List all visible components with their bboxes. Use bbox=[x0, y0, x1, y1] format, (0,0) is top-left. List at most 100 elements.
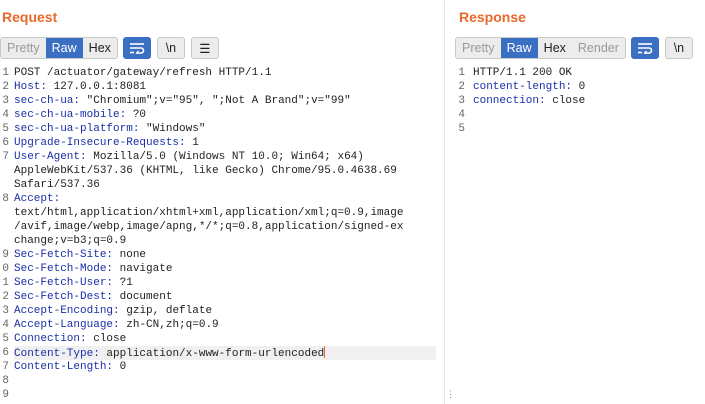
line-number bbox=[0, 206, 9, 220]
response-line[interactable]: connection: close bbox=[473, 94, 697, 108]
tab-pretty[interactable]: Pretty bbox=[1, 38, 46, 58]
line-text: POST /actuator/gateway/refresh HTTP/1.1 bbox=[14, 67, 272, 79]
line-number: 6 bbox=[2, 137, 9, 149]
header-name: Host bbox=[14, 81, 41, 93]
tab-hex[interactable]: Hex bbox=[83, 38, 117, 58]
line-number: 9 bbox=[2, 249, 9, 261]
tab-hex[interactable]: Hex bbox=[538, 38, 572, 58]
line-number: 1 bbox=[2, 67, 9, 79]
line-number: 7 bbox=[2, 361, 9, 373]
pane-divider[interactable]: ⋮ bbox=[444, 0, 455, 404]
response-line[interactable]: HTTP/1.1 200 OK bbox=[473, 66, 697, 80]
line-number: 7 bbox=[2, 151, 9, 163]
request-line[interactable]: Sec-Fetch-Site: none bbox=[14, 248, 436, 262]
request-line[interactable]: sec-ch-ua: "Chromium";v="95", ";Not A Br… bbox=[14, 94, 436, 108]
response-line[interactable] bbox=[473, 108, 697, 122]
request-line[interactable]: sec-ch-ua-mobile: ?0 bbox=[14, 108, 436, 122]
wrap-lines-icon bbox=[129, 43, 145, 54]
header-value: navigate bbox=[113, 263, 173, 275]
request-line[interactable]: /avif,image/webp,image/apng,*/*;q=0.8,ap… bbox=[14, 220, 436, 234]
line-number: 2 bbox=[458, 81, 465, 93]
request-line-numbers: 1 2 3 4 5 6 7 8 9 0 1 2 3 4 5 6 7 8 9 bbox=[0, 66, 9, 402]
response-pane: Response Pretty Raw Hex Render \n 12345 … bbox=[453, 0, 705, 404]
header-name: Content-Type bbox=[14, 348, 94, 360]
header-value: 0 bbox=[113, 361, 127, 373]
line-number: 3 bbox=[2, 305, 9, 317]
header-value: ?1 bbox=[113, 277, 133, 289]
request-line[interactable] bbox=[14, 388, 436, 402]
header-name: Accept-Encoding bbox=[14, 305, 114, 317]
request-line[interactable]: sec-ch-ua-platform: "Windows" bbox=[14, 122, 436, 136]
header-value: none bbox=[113, 249, 147, 261]
header-colon: : bbox=[539, 95, 546, 107]
request-line[interactable]: Accept-Language: zh-CN,zh;q=0.9 bbox=[14, 318, 436, 332]
request-line[interactable]: text/html,application/xhtml+xml,applicat… bbox=[14, 206, 436, 220]
header-value: zh-CN,zh;q=0.9 bbox=[119, 319, 219, 331]
request-pane: Request Pretty Raw Hex \n ☰ 123456789012… bbox=[0, 0, 444, 404]
line-number: 4 bbox=[458, 109, 465, 121]
header-colon: : bbox=[93, 348, 100, 360]
response-line[interactable] bbox=[473, 122, 697, 136]
header-name: Upgrade-Insecure-Requests bbox=[14, 137, 180, 149]
request-line[interactable]: Safari/537.36 bbox=[14, 178, 436, 192]
request-line[interactable]: Sec-Fetch-User: ?1 bbox=[14, 276, 436, 290]
line-number: 5 bbox=[2, 333, 9, 345]
header-value: close bbox=[86, 333, 127, 345]
show-newlines-button[interactable]: \n bbox=[156, 37, 185, 59]
response-line[interactable]: content-length: 0 bbox=[473, 80, 697, 94]
response-editor[interactable]: 12345 HTTP/1.1 200 OK content-length: 0 co… bbox=[453, 64, 705, 404]
line-number: 3 bbox=[2, 95, 9, 107]
header-name: sec-ch-ua-platform bbox=[14, 123, 133, 135]
header-name: Accept-Language bbox=[14, 319, 114, 331]
header-value: close bbox=[545, 95, 586, 107]
request-line[interactable]: Accept: bbox=[14, 192, 436, 206]
newline-icon: \n bbox=[165, 41, 177, 55]
menu-icon: ☰ bbox=[199, 41, 211, 56]
line-number bbox=[0, 164, 9, 178]
line-number: 5 bbox=[458, 123, 465, 135]
text-caret bbox=[324, 346, 326, 358]
tab-pretty[interactable]: Pretty bbox=[456, 38, 501, 58]
show-newlines-button[interactable]: \n bbox=[664, 37, 693, 59]
request-code[interactable]: POST /actuator/gateway/refresh HTTP/1.1 H… bbox=[14, 66, 436, 402]
request-toolbar: Pretty Raw Hex \n ☰ bbox=[0, 37, 219, 59]
request-line[interactable]: Sec-Fetch-Mode: navigate bbox=[14, 262, 436, 276]
request-line[interactable] bbox=[14, 374, 436, 388]
response-line-numbers: 1 2 3 4 5 bbox=[453, 66, 465, 136]
header-name: User-Agent bbox=[14, 151, 81, 163]
request-line[interactable]: change;v=b3;q=0.9 bbox=[14, 234, 436, 248]
request-line[interactable]: Host: 127.0.0.1:8081 bbox=[14, 80, 436, 94]
line-number: 6 bbox=[2, 347, 9, 359]
line-number: 4 bbox=[2, 109, 9, 121]
line-text: change;v=b3;q=0.9 bbox=[14, 235, 127, 247]
response-code[interactable]: HTTP/1.1 200 OK content-length: 0 connecti… bbox=[473, 66, 697, 136]
line-text: AppleWebKit/537.36 (KHTML, like Gecko) C… bbox=[14, 165, 397, 177]
line-text: Safari/537.36 bbox=[14, 179, 100, 191]
header-value: "Chromium";v="95", ";Not A Brand";v="99" bbox=[80, 95, 351, 107]
request-line[interactable]: Connection: close bbox=[14, 332, 436, 346]
request-line[interactable]: AppleWebKit/537.36 (KHTML, like Gecko) C… bbox=[14, 164, 436, 178]
tab-render[interactable]: Render bbox=[572, 38, 625, 58]
tab-raw[interactable]: Raw bbox=[500, 38, 538, 58]
line-number: 1 bbox=[2, 277, 9, 289]
wrap-lines-button[interactable] bbox=[630, 37, 659, 59]
menu-button[interactable]: ☰ bbox=[190, 37, 219, 59]
wrap-lines-button[interactable] bbox=[122, 37, 151, 59]
wrap-lines-icon bbox=[637, 43, 653, 54]
request-view-tabs: Pretty Raw Hex bbox=[0, 37, 118, 59]
tab-raw[interactable]: Raw bbox=[45, 38, 83, 58]
request-line[interactable]: Accept-Encoding: gzip, deflate bbox=[14, 304, 436, 318]
request-line[interactable]: Content-Length: 0 bbox=[14, 360, 436, 374]
request-line[interactable]: User-Agent: Mozilla/5.0 (Windows NT 10.0… bbox=[14, 150, 436, 164]
request-line[interactable]: Upgrade-Insecure-Requests: 1 bbox=[14, 136, 436, 150]
request-title: Request bbox=[2, 9, 58, 25]
header-colon: : bbox=[179, 137, 186, 149]
request-editor[interactable]: 1 2 3 4 5 6 7 8 9 0 1 2 3 4 5 6 7 8 9 POST /actuator/gatew… bbox=[0, 64, 444, 404]
line-text: text/html,application/xhtml+xml,applicat… bbox=[14, 207, 404, 219]
header-name: Connection bbox=[14, 333, 81, 345]
header-value: application/x-www-form-urlencoded bbox=[99, 348, 325, 360]
request-line[interactable]: Content-Type: application/x-www-form-url… bbox=[14, 346, 436, 360]
line-number: 8 bbox=[2, 375, 9, 387]
request-line[interactable]: Sec-Fetch-Dest: document bbox=[14, 290, 436, 304]
request-line[interactable]: POST /actuator/gateway/refresh HTTP/1.1 bbox=[14, 66, 436, 80]
